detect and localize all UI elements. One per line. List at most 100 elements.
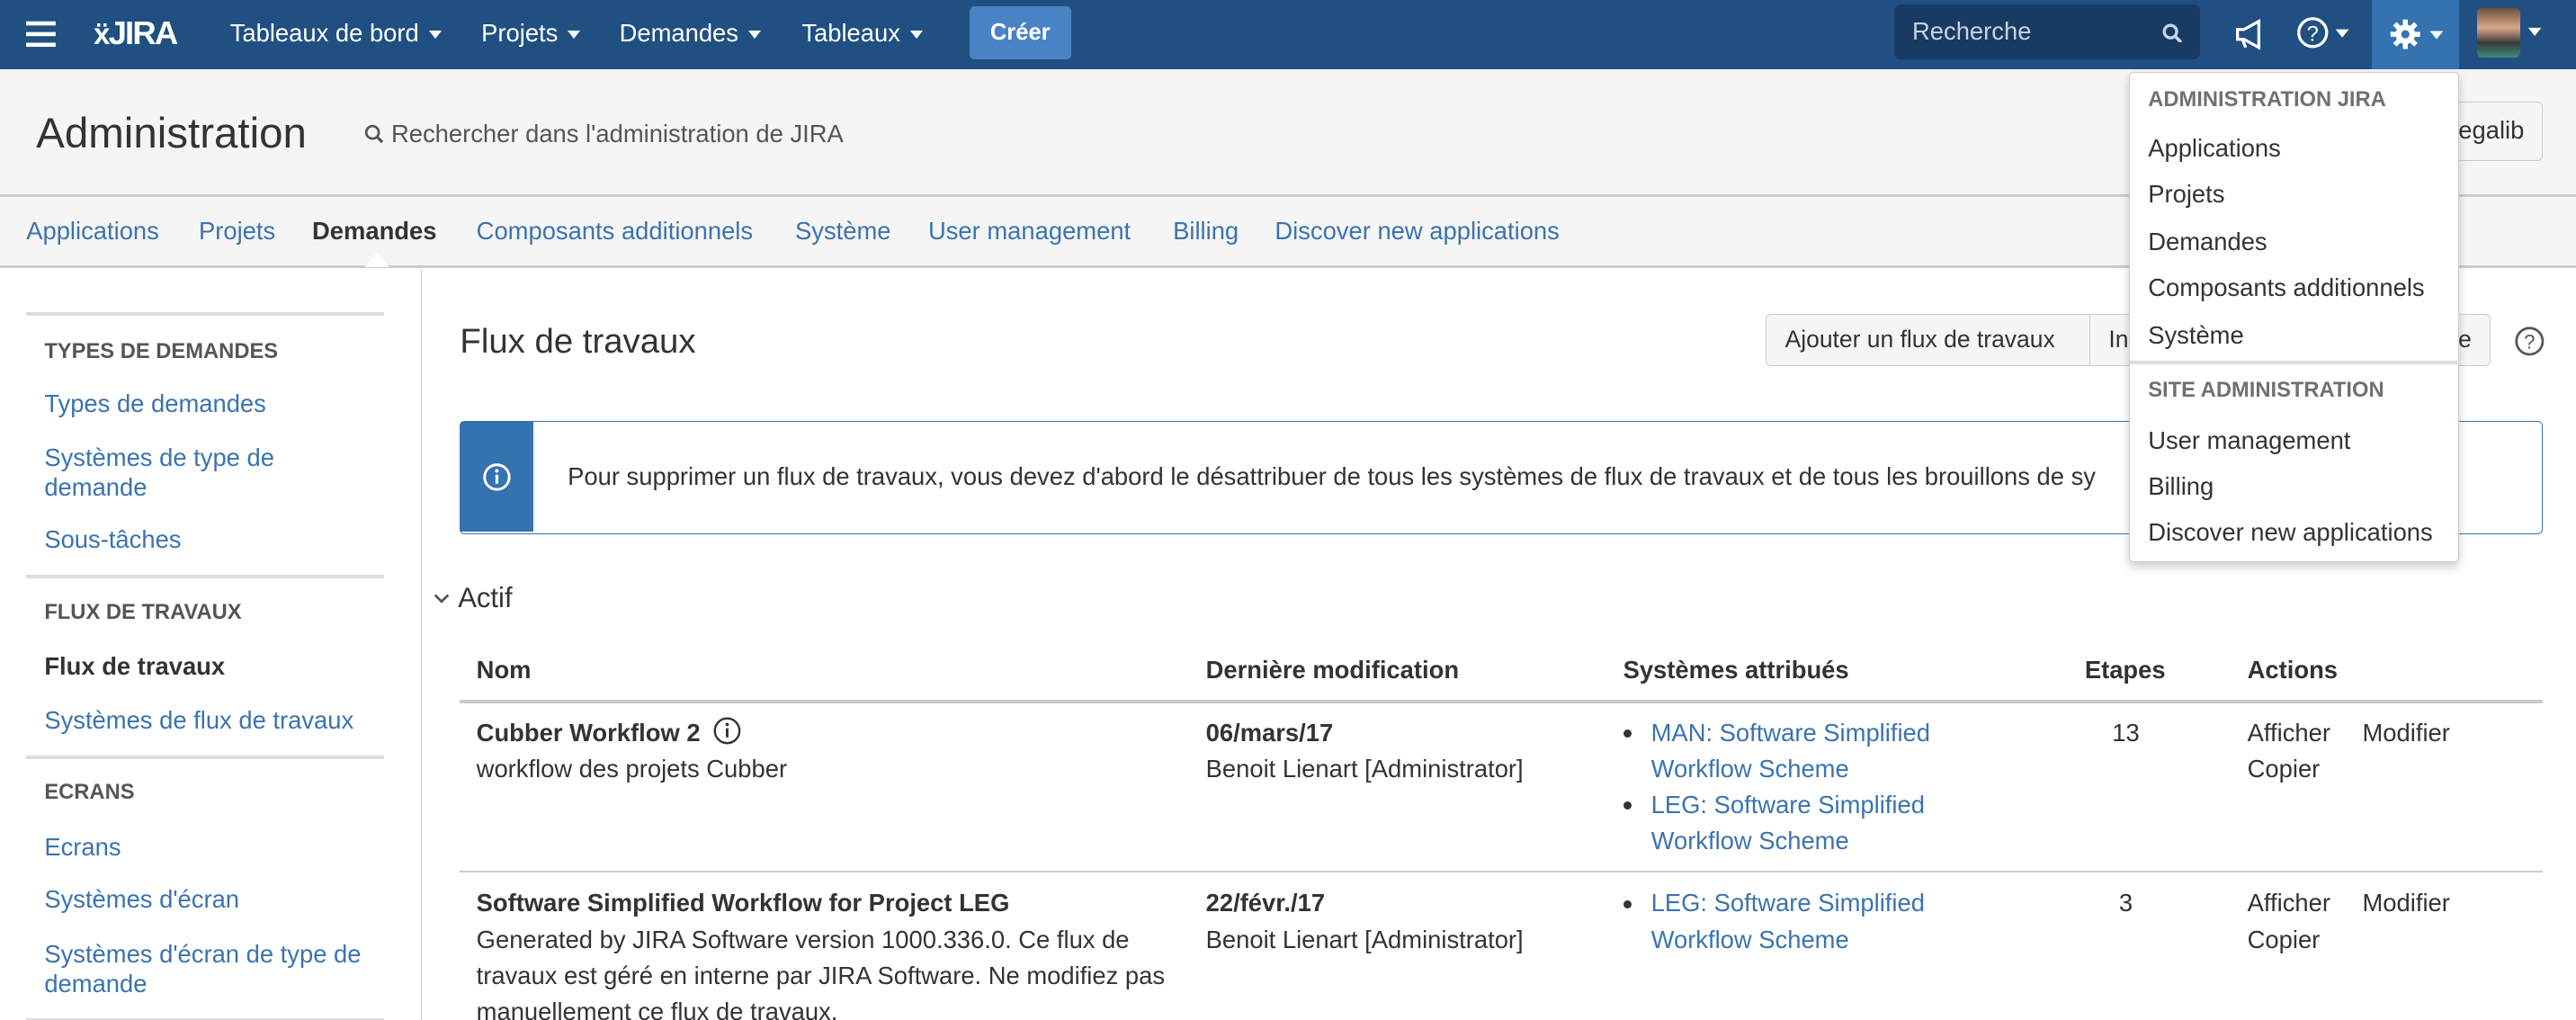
tab-discover[interactable]: Discover new applications (1275, 217, 1559, 246)
scheme-link[interactable]: MAN: Software Simplified Workflow Scheme (1651, 719, 1930, 783)
sidebar-item-issue-type-schemes[interactable]: Systèmes de type de demande (44, 443, 372, 503)
menu-projects[interactable]: Projets (481, 0, 581, 69)
sidebar-item-screen-schemes[interactable]: Systèmes d'écran (44, 885, 372, 915)
workflow-name: Cubber Workflow 2 (476, 718, 701, 747)
workflow-name-cell: Software Simplified Workflow for Project… (477, 885, 1167, 1020)
user-avatar[interactable] (2477, 8, 2542, 58)
dropdown-heading: ADMINISTRATION JIRA (2148, 87, 2386, 112)
jira-logo[interactable]: ẍJIRA (94, 0, 179, 69)
column-header-name: Nom (476, 655, 532, 684)
menu-label: Tableaux de bord (229, 19, 419, 47)
menu-label: Demandes (619, 19, 738, 47)
copy-link[interactable]: Copier (2248, 751, 2321, 787)
tab-user-management[interactable]: User management (928, 217, 1131, 246)
caret-down-icon (428, 31, 442, 40)
view-link[interactable]: Afficher (2248, 715, 2330, 751)
column-header-schemes: Systèmes attribués (1623, 655, 1849, 684)
modified-date: 06/mars/17 (1205, 718, 1334, 747)
dropdown-item-user-management[interactable]: User management (2148, 426, 2350, 455)
modified-by: Benoit Lienart [Administrator] (1205, 925, 1524, 953)
sidebar-item-subtasks[interactable]: Sous-tâches (44, 525, 372, 555)
tab-projects[interactable]: Projets (199, 217, 275, 246)
dropdown-item-discover[interactable]: Discover new applications (2148, 518, 2432, 547)
page-title: Administration (36, 109, 307, 157)
edit-link[interactable]: Modifier (2363, 885, 2450, 921)
create-button[interactable]: Créer (969, 6, 1071, 59)
menu-issues[interactable]: Demandes (620, 0, 761, 69)
sidebar-item-workflows[interactable]: Flux de travaux (44, 652, 372, 682)
info-text: Pour supprimer un flux de travaux, vous … (568, 462, 2096, 491)
search-icon (2162, 23, 2182, 43)
workflow-name-cell: Cubber Workflow 2 workflow des projets C… (477, 715, 1167, 787)
section-label: Actif (458, 581, 513, 613)
search-icon (365, 125, 384, 144)
top-navigation: ẍJIRA Tableaux de bord Projets Demandes … (0, 0, 2576, 69)
steps-count: 13 (2112, 718, 2140, 747)
divider (26, 575, 385, 578)
active-section-toggle[interactable]: Actif (432, 581, 513, 614)
help-icon[interactable]: ? (2514, 326, 2545, 357)
edit-link[interactable]: Modifier (2363, 715, 2450, 751)
divider (460, 700, 2544, 703)
dropdown-item-add-ons[interactable]: Composants additionnels (2148, 273, 2424, 302)
modified-date: 22/févr./17 (1205, 889, 1326, 917)
tab-billing[interactable]: Billing (1173, 217, 1239, 246)
sidebar-item-issue-types[interactable]: Types de demandes (44, 389, 372, 419)
scheme-link[interactable]: LEG: Software Simplified Workflow Scheme (1651, 791, 1925, 854)
caret-down-icon (2527, 28, 2542, 37)
add-workflow-button[interactable]: Ajouter un flux de travaux (1766, 313, 2092, 367)
copy-link[interactable]: Copier (2248, 922, 2321, 958)
modified-by: Benoit Lienart [Administrator] (1205, 754, 1524, 783)
help-menu[interactable]: ? (2296, 16, 2356, 58)
tab-system[interactable]: Système (795, 217, 891, 246)
dropdown-item-issues[interactable]: Demandes (2148, 228, 2267, 256)
sidebar: TYPES DE DEMANDES Types de demandes Syst… (0, 269, 423, 1020)
dropdown-item-system[interactable]: Système (2148, 321, 2244, 350)
gear-icon (2390, 19, 2443, 49)
megaphone-icon[interactable] (2234, 18, 2267, 51)
tab-applications[interactable]: Applications (26, 217, 159, 246)
svg-text:?: ? (2307, 23, 2319, 47)
sidebar-heading: ECRANS (44, 780, 135, 804)
info-icon (483, 463, 511, 491)
dropdown-item-applications[interactable]: Applications (2148, 134, 2281, 163)
menu-dashboards[interactable]: Tableaux de bord (230, 0, 442, 69)
menu-label: Projets (481, 19, 559, 47)
admin-search[interactable]: Rechercher dans l'administration de JIRA (364, 120, 844, 148)
search-input[interactable]: Recherche (1893, 4, 2200, 59)
admin-gear-menu[interactable] (2372, 0, 2460, 69)
caret-down-icon (909, 31, 923, 40)
sidebar-item-screens[interactable]: Ecrans (44, 833, 372, 863)
last-modified-cell: 22/févr./17 Benoit Lienart [Administrator… (1206, 885, 1524, 957)
tab-issues[interactable]: Demandes (312, 217, 436, 246)
view-link[interactable]: Afficher (2248, 885, 2330, 921)
sidebar-heading: TYPES DE DEMANDES (44, 340, 279, 364)
dropdown-heading: SITE ADMINISTRATION (2148, 379, 2384, 403)
divider (26, 312, 385, 316)
sidebar-item-issue-type-screen-schemes[interactable]: Systèmes d'écran de type de demande (44, 940, 372, 999)
sidebar-item-workflow-schemes[interactable]: Systèmes de flux de travaux (44, 706, 372, 736)
active-tab-indicator (364, 253, 390, 268)
dropdown-item-billing[interactable]: Billing (2148, 472, 2214, 501)
tab-add-ons[interactable]: Composants additionnels (477, 217, 753, 246)
admin-dropdown-menu: ADMINISTRATION JIRA Applications Projets… (2129, 72, 2460, 562)
search-placeholder: Recherche (1912, 17, 2032, 46)
caret-down-icon (568, 31, 581, 40)
dropdown-item-projects[interactable]: Projets (2148, 180, 2224, 209)
menu-label: Tableaux (801, 19, 900, 47)
admin-search-placeholder: Rechercher dans l'administration de JIRA (390, 120, 844, 148)
schemes-list: MAN: Software Simplified Workflow Scheme… (1623, 715, 1969, 860)
column-header-last-modified: Dernière modification (1205, 655, 1460, 684)
info-icon[interactable] (712, 716, 742, 746)
hamburger-menu-icon[interactable] (26, 0, 57, 69)
column-header-actions: Actions (2247, 655, 2339, 684)
divider (2130, 360, 2457, 364)
workflow-name: Software Simplified Workflow for Project… (476, 889, 1010, 917)
svg-text:?: ? (2524, 330, 2535, 353)
logo-text: JIRA (108, 14, 179, 51)
sidebar-heading: FLUX DE TRAVAUX (44, 601, 242, 625)
menu-boards[interactable]: Tableaux (801, 0, 923, 69)
last-modified-cell: 06/mars/17 Benoit Lienart [Administrator] (1206, 715, 1524, 787)
scheme-link[interactable]: LEG: Software Simplified Workflow Scheme (1651, 889, 1925, 953)
column-header-steps: Etapes (2084, 655, 2166, 684)
